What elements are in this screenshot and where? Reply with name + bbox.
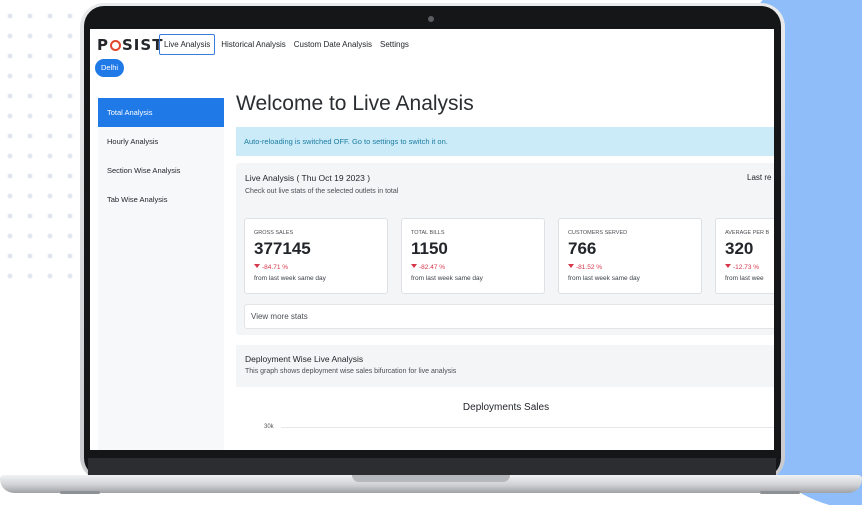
laptop-notch	[352, 475, 510, 482]
nav-custom-date-analysis[interactable]: Custom Date Analysis	[290, 36, 376, 53]
decorative-dot-grid	[0, 0, 90, 285]
logo-text-left: P	[97, 36, 109, 54]
down-arrow-icon	[411, 264, 417, 268]
last-refreshed-label: Last re	[747, 173, 772, 182]
stat-value: 320	[725, 239, 754, 258]
auto-reload-alert: Auto-reloading is switched OFF. Go to se…	[236, 127, 774, 156]
stat-value: 766	[568, 239, 597, 258]
stat-card-customers-served: CUSTOMERS SERVED 766 -81.52 % from last …	[558, 218, 702, 294]
stat-change: -84.71 %	[254, 264, 288, 271]
stat-note: from last week same day	[568, 275, 640, 282]
stat-note: from last week same day	[254, 275, 326, 282]
laptop-screen: P SIST Live Analysis Historical Analysis …	[90, 29, 774, 450]
deployment-sales-chart: Deployments Sales 30k	[236, 387, 774, 450]
deployment-title: Deployment Wise Live Analysis	[245, 354, 364, 364]
city-selector-button[interactable]: Delhi	[95, 59, 125, 77]
webcam-icon	[428, 16, 434, 22]
down-arrow-icon	[254, 264, 260, 268]
down-arrow-icon	[725, 264, 731, 268]
chart-gridline	[281, 427, 774, 428]
live-analysis-title: Live Analysis ( Thu Oct 19 2023 )	[245, 173, 371, 183]
marketing-stage: P SIST Live Analysis Historical Analysis …	[0, 0, 862, 505]
stat-change: -82.47 %	[411, 264, 445, 271]
live-analysis-subtitle: Check out live stats of the selected out…	[245, 188, 399, 195]
stat-label: CUSTOMERS SERVED	[568, 230, 628, 236]
app-header: P SIST Live Analysis Historical Analysis …	[90, 29, 774, 81]
stat-card-gross-sales: GROSS SALES 377145 -84.71 % from last we…	[244, 218, 388, 294]
sidebar-item-tab-wise-analysis[interactable]: Tab Wise Analysis	[98, 185, 224, 214]
laptop-hinge	[88, 458, 776, 475]
stat-change: -12.73 %	[725, 264, 759, 271]
nav-settings[interactable]: Settings	[376, 36, 413, 53]
main-content: Welcome to Live Analysis Auto-reloading …	[236, 89, 774, 450]
stat-label: AVERAGE PER B	[725, 230, 770, 236]
y-axis-tick-label: 30k	[264, 424, 274, 430]
sidebar-item-section-wise-analysis[interactable]: Section Wise Analysis	[98, 156, 224, 185]
logo-ring-icon	[110, 40, 121, 51]
stat-label: TOTAL BILLS	[411, 230, 445, 236]
sidebar: Total Analysis Hourly Analysis Section W…	[98, 98, 224, 450]
stat-label: GROSS SALES	[254, 230, 294, 236]
stat-card-total-bills: TOTAL BILLS 1150 -82.47 % from last week…	[401, 218, 545, 294]
stat-note: from last wee	[725, 275, 764, 282]
stat-change-text: -82.47 %	[419, 264, 446, 271]
view-more-stats-button[interactable]: View more stats	[244, 304, 774, 329]
stat-note: from last week same day	[411, 275, 483, 282]
nav-historical-analysis[interactable]: Historical Analysis	[217, 36, 289, 53]
posist-logo[interactable]: P SIST	[97, 36, 163, 54]
laptop-foot-right	[760, 491, 800, 494]
sidebar-item-hourly-analysis[interactable]: Hourly Analysis	[98, 127, 224, 156]
down-arrow-icon	[568, 264, 574, 268]
stat-change: -81.52 %	[568, 264, 602, 271]
laptop-foot-left	[60, 491, 100, 494]
chart-title: Deployments Sales	[462, 402, 550, 413]
sidebar-item-total-analysis[interactable]: Total Analysis	[98, 98, 224, 127]
stat-change-text: -12.73 %	[733, 264, 760, 271]
stat-value: 1150	[411, 239, 448, 258]
stat-card-average-per-bill: AVERAGE PER B 320 -12.73 % from last wee	[715, 218, 774, 294]
nav-live-analysis[interactable]: Live Analysis	[159, 34, 216, 55]
stat-value: 377145	[254, 239, 311, 258]
deployment-panel: Deployment Wise Live Analysis This graph…	[236, 345, 774, 450]
logo-text-right: SIST	[122, 36, 164, 54]
live-analysis-panel: Live Analysis ( Thu Oct 19 2023 ) Check …	[236, 163, 774, 335]
top-nav: Live Analysis Historical Analysis Custom…	[159, 34, 413, 55]
stat-change-text: -84.71 %	[262, 264, 289, 271]
page-title: Welcome to Live Analysis	[236, 92, 474, 115]
deployment-subtitle: This graph shows deployment wise sales b…	[245, 368, 457, 375]
stat-change-text: -81.52 %	[576, 264, 603, 271]
